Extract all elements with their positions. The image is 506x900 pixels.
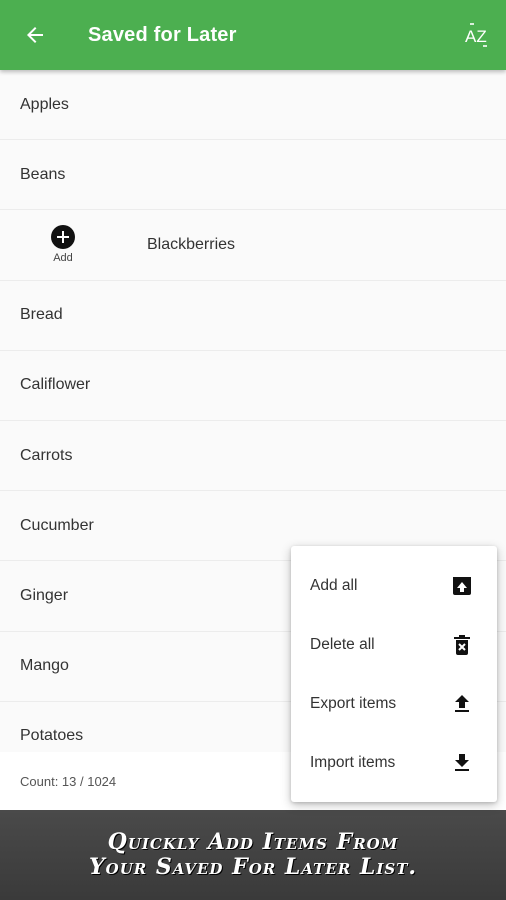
list-item[interactable]: Add Blackberries	[0, 210, 506, 281]
item-label: Carrots	[20, 446, 73, 464]
list-item[interactable]: Bread	[0, 280, 506, 351]
trash-x-icon	[449, 632, 475, 658]
item-label: Potatoes	[20, 727, 84, 745]
add-caption: Add	[53, 252, 73, 265]
item-count: Count: 13 / 1024	[20, 773, 117, 789]
menu-item-import[interactable]: Import items	[291, 733, 497, 792]
item-label: Apples	[20, 95, 69, 113]
menu-item-label: Export items	[310, 694, 397, 712]
item-label: Ginger	[20, 586, 69, 604]
overflow-menu: Add all Delete all Export items Import i…	[291, 546, 497, 802]
item-label: Mango	[20, 657, 69, 675]
item-label: Califlower	[20, 376, 91, 394]
menu-item-label: Import items	[310, 753, 396, 771]
list-item[interactable]: Califlower	[0, 350, 506, 421]
menu-item-label: Add all	[310, 576, 358, 594]
item-label: Blackberries	[147, 235, 236, 253]
add-item-button[interactable]: Add	[0, 225, 126, 264]
menu-item-label: Delete all	[310, 635, 375, 653]
menu-item-add-all[interactable]: Add all	[291, 556, 497, 615]
banner-line-1: Quickly Add Items From	[107, 829, 399, 855]
page-title: Saved for Later	[88, 23, 237, 46]
upload-icon	[449, 691, 475, 717]
app-bar: Saved for Later AZ	[0, 0, 506, 70]
item-label: Beans	[20, 165, 66, 183]
arrow-left-icon	[27, 27, 43, 43]
back-button[interactable]	[0, 0, 70, 70]
archive-upload-icon	[449, 573, 475, 599]
list-item[interactable]: Apples	[0, 70, 506, 141]
list-item[interactable]: Carrots	[0, 420, 506, 492]
sort-button[interactable]: AZ	[460, 17, 496, 53]
menu-item-export[interactable]: Export items	[291, 674, 497, 733]
download-icon	[449, 750, 475, 776]
item-label: Bread	[20, 306, 63, 324]
list-item[interactable]: Beans	[0, 140, 506, 211]
item-label: Cucumber	[20, 516, 94, 534]
add-circle-icon	[51, 225, 75, 250]
svg-text:AZ: AZ	[465, 27, 487, 46]
banner-line-2: Your Saved For Later List.	[88, 854, 418, 880]
menu-item-delete-all[interactable]: Delete all	[291, 615, 497, 674]
sort-alpha-icon: AZ	[465, 23, 487, 47]
promo-banner: Quickly Add Items From Your Saved For La…	[0, 810, 506, 900]
